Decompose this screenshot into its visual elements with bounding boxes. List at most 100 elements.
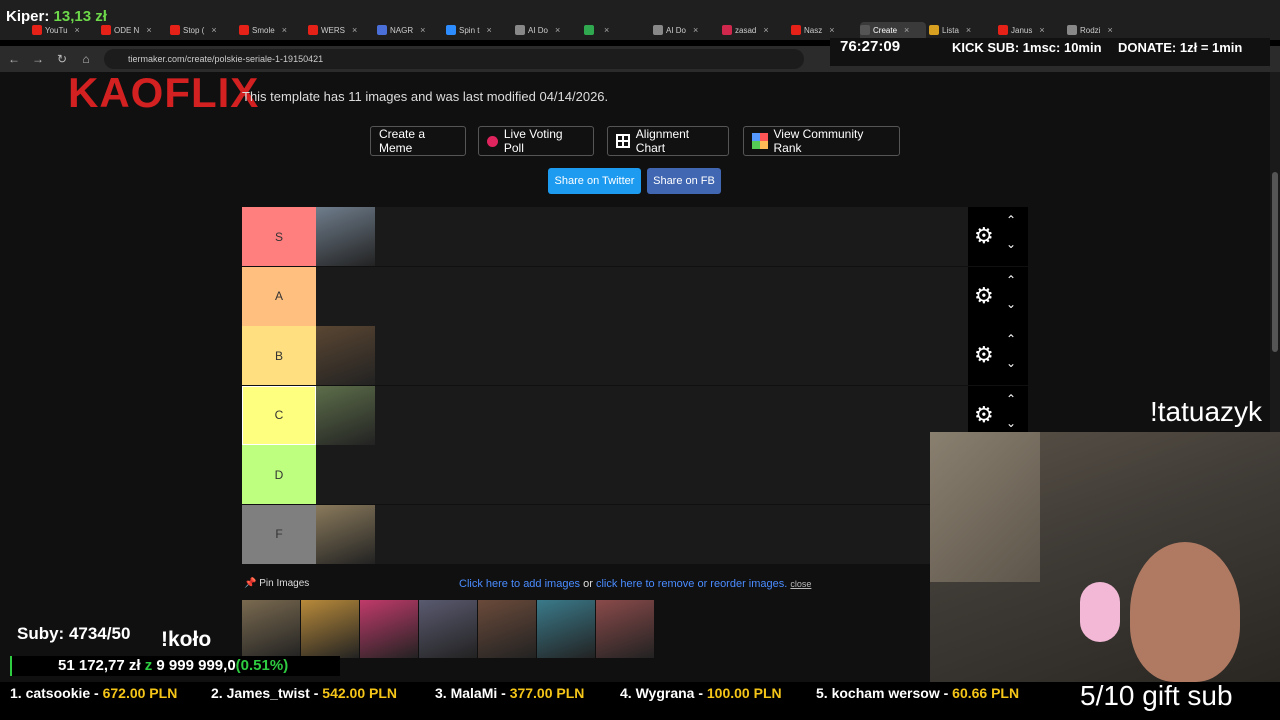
pin-images[interactable]: 📌 Pin Images	[244, 578, 309, 589]
community-rank-button[interactable]: View Community Rank	[743, 126, 900, 156]
tier-label[interactable]: S	[242, 207, 316, 266]
pool-image[interactable]	[242, 600, 300, 658]
close-tab-icon[interactable]: ×	[282, 25, 287, 35]
scroll-thumb[interactable]	[1272, 172, 1278, 352]
gear-icon[interactable]: ⚙	[974, 402, 994, 427]
browser-tab[interactable]: Spin t ×	[446, 22, 512, 38]
tab-label: AI Do	[528, 25, 549, 35]
tier-items[interactable]	[316, 266, 968, 326]
gear-icon[interactable]: ⚙	[974, 283, 994, 308]
tab-favicon	[239, 25, 249, 35]
pool-image[interactable]	[360, 600, 418, 658]
tier-items[interactable]	[316, 445, 968, 504]
close-link[interactable]: close	[790, 579, 811, 589]
pool-image[interactable]	[478, 600, 536, 658]
browser-tab[interactable]: Smole ×	[239, 22, 305, 38]
browser-tab[interactable]: Janus ×	[998, 22, 1064, 38]
gear-icon[interactable]: ⚙	[974, 224, 994, 248]
browser-tab[interactable]: Create ×	[860, 22, 926, 38]
tier-label[interactable]: C	[242, 385, 316, 445]
home-icon[interactable]: ⌂	[78, 51, 94, 67]
tier-items[interactable]	[316, 207, 968, 266]
browser-tab[interactable]: zasad ×	[722, 22, 788, 38]
tab-favicon	[860, 25, 870, 35]
tier-label[interactable]: F	[242, 504, 316, 564]
tier-items[interactable]	[316, 504, 968, 564]
gear-icon[interactable]: ⚙	[974, 343, 994, 367]
close-tab-icon[interactable]: ×	[966, 25, 971, 35]
close-tab-icon[interactable]: ×	[1039, 25, 1044, 35]
ticker-name: 1. catsookie -	[10, 685, 103, 701]
tier-items[interactable]	[316, 326, 968, 385]
pool-image[interactable]	[537, 600, 595, 658]
tab-favicon	[515, 25, 525, 35]
close-tab-icon[interactable]: ×	[829, 25, 834, 35]
browser-tab[interactable]: ODE N ×	[101, 22, 167, 38]
browser-tab[interactable]: AI Do ×	[515, 22, 581, 38]
live-voting-poll-button[interactable]: Live Voting Poll	[478, 126, 594, 156]
pool-image[interactable]	[596, 600, 654, 658]
create-meme-button[interactable]: Create a Meme	[370, 126, 466, 156]
close-tab-icon[interactable]: ×	[904, 25, 909, 35]
tier-image[interactable]	[316, 504, 375, 564]
reload-icon[interactable]: ↻	[54, 51, 70, 67]
url-field[interactable]: tiermaker.com/create/polskie-seriale-1-1…	[104, 49, 804, 69]
tab-label: Stop (	[183, 25, 205, 35]
chevron-up-icon[interactable]: ⌃	[1006, 213, 1016, 227]
tier-items[interactable]	[316, 385, 968, 445]
remove-images-link[interactable]: click here to remove or reorder images.	[596, 578, 787, 590]
tier-label[interactable]: D	[242, 445, 316, 504]
alignment-chart-label: Alignment Chart	[635, 127, 690, 155]
tier-label[interactable]: A	[242, 266, 316, 326]
ticker-name: 4. Wygrana -	[620, 685, 707, 701]
tier-label[interactable]: B	[242, 326, 316, 385]
webcam-feed	[930, 432, 1280, 682]
or-text: or	[580, 578, 596, 590]
close-tab-icon[interactable]: ×	[75, 25, 80, 35]
tier-image[interactable]	[316, 207, 375, 266]
close-tab-icon[interactable]: ×	[555, 25, 560, 35]
close-tab-icon[interactable]: ×	[352, 25, 357, 35]
pin-images-label: Pin Images	[259, 578, 310, 589]
chevron-down-icon[interactable]: ⌄	[1006, 237, 1016, 251]
browser-tab[interactable]: Rodzi ×	[1067, 22, 1133, 38]
tab-label: Smole	[252, 25, 275, 35]
browser-tab[interactable]: Lista ×	[929, 22, 995, 38]
tier-image[interactable]	[316, 385, 375, 445]
close-tab-icon[interactable]: ×	[486, 25, 491, 35]
close-tab-icon[interactable]: ×	[763, 25, 768, 35]
close-tab-icon[interactable]: ×	[420, 25, 425, 35]
share-twitter-button[interactable]: Share on Twitter	[548, 168, 641, 194]
alignment-chart-button[interactable]: Alignment Chart	[607, 126, 729, 156]
chevron-up-icon[interactable]: ⌃	[1006, 392, 1016, 406]
browser-tab[interactable]: Stop ( ×	[170, 22, 236, 38]
chevron-down-icon[interactable]: ⌄	[1006, 297, 1016, 311]
chevron-down-icon[interactable]: ⌄	[1006, 416, 1016, 430]
close-tab-icon[interactable]: ×	[211, 25, 216, 35]
browser-tab[interactable]: ×	[584, 22, 650, 38]
pool-image[interactable]	[419, 600, 477, 658]
close-tab-icon[interactable]: ×	[146, 25, 151, 35]
forward-icon[interactable]: →	[30, 51, 46, 67]
donation-ticker: 1. catsookie - 672.00 PLN 2. James_twist …	[0, 682, 1080, 704]
add-images-link[interactable]: Click here to add images	[459, 578, 580, 590]
browser-tab[interactable]: Nasz ×	[791, 22, 857, 38]
tier-row: A ⚙ ⌃ ⌄	[242, 266, 1028, 326]
chevron-down-icon[interactable]: ⌄	[1006, 356, 1016, 370]
close-tab-icon[interactable]: ×	[604, 25, 609, 35]
back-icon[interactable]: ←	[6, 51, 22, 67]
community-rank-label: View Community Rank	[773, 127, 864, 155]
tier-controls: ⚙ ⌃ ⌄	[968, 207, 1028, 266]
chevron-up-icon[interactable]: ⌃	[1006, 273, 1016, 287]
share-fb-button[interactable]: Share on FB	[647, 168, 721, 194]
tier-image[interactable]	[316, 326, 375, 385]
pool-image[interactable]	[301, 600, 359, 658]
browser-tab[interactable]: AI Do ×	[653, 22, 719, 38]
browser-tab[interactable]: NAGR ×	[377, 22, 443, 38]
close-tab-icon[interactable]: ×	[1107, 25, 1112, 35]
browser-tab[interactable]: WERS ×	[308, 22, 374, 38]
ticker-entry: 5. kocham wersow - 60.66 PLN	[816, 685, 1019, 701]
image-actions: Click here to add images or click here t…	[459, 578, 811, 590]
close-tab-icon[interactable]: ×	[693, 25, 698, 35]
chevron-up-icon[interactable]: ⌃	[1006, 332, 1016, 346]
